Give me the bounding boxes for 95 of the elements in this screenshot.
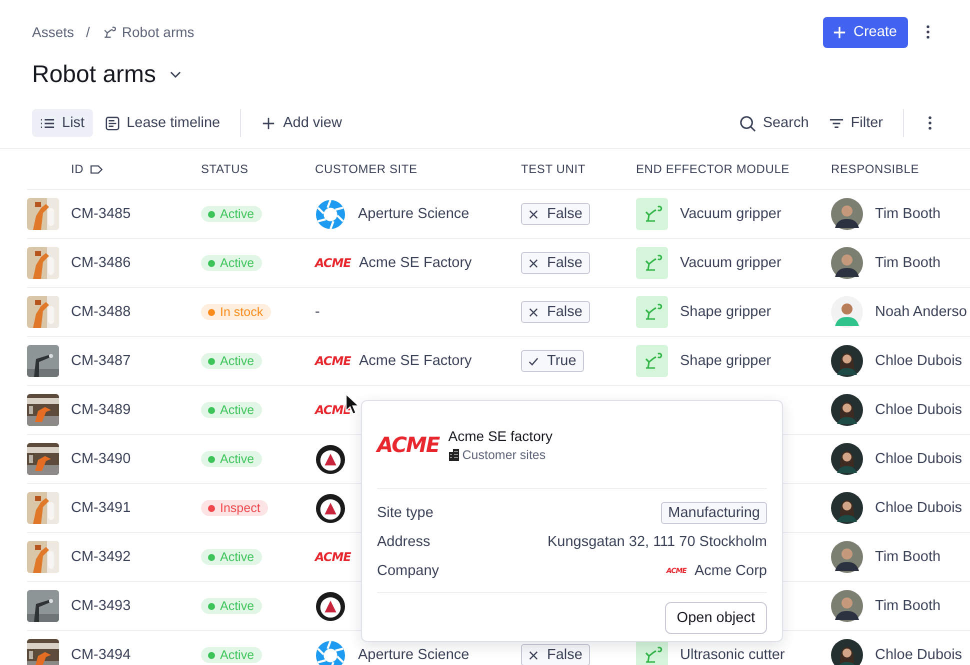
id-cell[interactable]: CM-3494 xyxy=(71,647,201,663)
open-object-button[interactable]: Open object xyxy=(664,602,767,634)
person-name[interactable]: Tim Booth xyxy=(875,598,941,614)
view-tab[interactable]: Lease timeline xyxy=(96,109,228,137)
status-pill: Active xyxy=(201,206,262,222)
id-cell[interactable]: CM-3491 xyxy=(71,500,201,516)
person-name[interactable]: Chloe Dubois xyxy=(875,353,962,369)
id-cell[interactable]: CM-3488 xyxy=(71,304,201,320)
boolean-tag: False xyxy=(521,301,590,323)
module-name: Vacuum gripper xyxy=(680,206,782,222)
field-label: Site type xyxy=(377,504,434,520)
person-name[interactable]: Tim Booth xyxy=(875,549,941,565)
status-pill: Inspect xyxy=(201,500,268,516)
acme-logo: ACME xyxy=(377,432,440,456)
robot-arm-icon xyxy=(636,198,668,230)
status-pill: Active xyxy=(201,353,262,369)
more-icon[interactable] xyxy=(926,25,930,39)
status-pill: Active xyxy=(201,402,262,418)
site-name: Aperture Science xyxy=(358,206,470,222)
page-title: Robot arms xyxy=(32,61,156,89)
document-icon xyxy=(104,116,120,130)
robot-arm-icon xyxy=(636,296,668,328)
add-view-button[interactable]: Add view xyxy=(253,109,350,137)
id-cell[interactable]: CM-3489 xyxy=(71,402,201,418)
column-header[interactable]: RESPONSIBLE xyxy=(831,162,970,176)
person-name[interactable]: Chloe Dubois xyxy=(875,500,962,516)
create-button[interactable]: Create xyxy=(823,16,908,48)
plus-icon xyxy=(261,116,276,130)
cross-icon xyxy=(528,650,539,660)
status-pill: Active xyxy=(201,451,262,467)
boolean-tag: False xyxy=(521,644,590,665)
company-link[interactable]: Acme Corp xyxy=(694,562,767,578)
id-cell[interactable]: CM-3493 xyxy=(71,598,201,614)
robot-arm-icon xyxy=(636,345,668,377)
id-cell[interactable]: CM-3485 xyxy=(71,206,201,222)
aperture-logo-icon xyxy=(315,640,346,665)
status-pill: Active xyxy=(201,255,262,271)
card-subtitle: Customer sites xyxy=(462,448,546,462)
field-value: Kungsgatan 32, 111 70 Stockholm xyxy=(547,534,767,550)
site-name: Acme SE Factory xyxy=(359,255,472,271)
more-icon[interactable] xyxy=(928,116,932,130)
cross-icon xyxy=(528,208,539,220)
field-label: Address xyxy=(377,534,430,550)
chevron-down-icon[interactable] xyxy=(170,71,182,79)
site-type-tag: Manufacturing xyxy=(661,502,767,524)
module-name: Vacuum gripper xyxy=(680,255,782,271)
robot-arm-icon xyxy=(102,25,116,39)
building-icon xyxy=(448,448,460,460)
module-name: Ultrasonic cutter xyxy=(680,647,785,663)
column-header[interactable]: CUSTOMER SITE xyxy=(315,162,521,176)
person-name[interactable]: Tim Booth xyxy=(875,255,941,271)
cross-icon xyxy=(528,258,539,268)
plus-icon xyxy=(833,26,846,38)
id-cell[interactable]: CM-3486 xyxy=(71,255,201,271)
card-title: Acme SE factory xyxy=(448,428,553,444)
breadcrumb-current[interactable]: Robot arms xyxy=(122,24,194,40)
breadcrumb-link[interactable]: Assets xyxy=(32,24,74,40)
robot-arm-icon xyxy=(636,247,668,279)
tag-icon xyxy=(90,164,103,174)
id-cell[interactable]: CM-3490 xyxy=(71,451,201,467)
check-icon xyxy=(528,356,539,366)
triangle-logo-icon xyxy=(315,492,346,524)
status-pill: Active xyxy=(201,598,262,614)
view-tab[interactable]: List xyxy=(32,109,93,137)
column-header[interactable]: END EFFECTOR MODULE xyxy=(636,162,831,176)
site-name: - xyxy=(315,304,320,320)
module-name: Shape gripper xyxy=(680,304,772,320)
triangle-logo-icon xyxy=(315,590,346,622)
boolean-tag: False xyxy=(521,203,590,225)
status-pill: In stock xyxy=(201,304,272,320)
id-cell[interactable]: CM-3487 xyxy=(71,353,201,369)
boolean-tag: False xyxy=(521,252,590,274)
boolean-tag: True xyxy=(521,350,584,372)
site-name: Acme SE Factory xyxy=(359,353,472,369)
status-pill: Active xyxy=(201,647,262,663)
person-name[interactable]: Chloe Dubois xyxy=(875,451,962,467)
module-name: Shape gripper xyxy=(680,353,772,369)
breadcrumb-separator: / xyxy=(86,24,90,40)
person-name[interactable]: Chloe Dubois xyxy=(875,402,962,418)
search-button[interactable]: Search xyxy=(730,109,817,137)
search-icon xyxy=(738,114,756,132)
column-header[interactable]: STATUS xyxy=(201,162,315,176)
aperture-logo-icon xyxy=(315,198,346,230)
column-header[interactable]: ID xyxy=(71,162,84,176)
person-name[interactable]: Chloe Dubois xyxy=(875,647,962,663)
column-header[interactable]: TEST UNIT xyxy=(521,162,636,176)
field-label: Company xyxy=(377,562,440,578)
status-pill: Active xyxy=(201,549,262,565)
filter-button[interactable]: Filter xyxy=(820,109,891,137)
triangle-logo-icon xyxy=(315,444,346,474)
id-cell[interactable]: CM-3492 xyxy=(71,549,201,565)
cross-icon xyxy=(528,306,539,318)
person-name[interactable]: Noah Anderso xyxy=(875,304,967,320)
site-name: Aperture Science xyxy=(358,647,470,663)
person-name[interactable]: Tim Booth xyxy=(875,206,941,222)
